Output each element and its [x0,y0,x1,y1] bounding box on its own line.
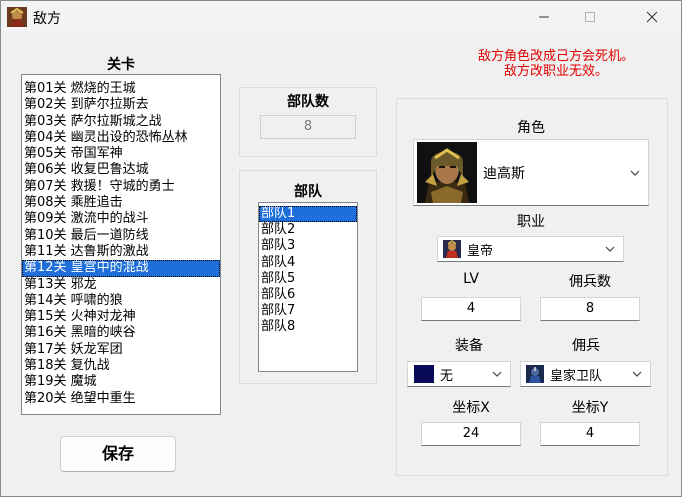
mercenary-value: 皇家卫队 [550,368,603,384]
stage-list-item[interactable]: 第08关 乘胜追击 [22,195,220,211]
mercenary-select[interactable]: 皇家卫队 [520,361,651,387]
character-select[interactable]: 迪高斯 [413,139,649,206]
troop-list-item[interactable]: 部队5 [259,271,357,287]
troop-list[interactable]: 部队1 部队2 部队3 部队4 部队5 部队6 部队7 部队8 [258,202,358,372]
job-select[interactable]: 皇帝 [437,236,624,262]
stage-list-item[interactable]: 第13关 邪龙 [22,277,220,293]
troop-list-item[interactable]: 部队4 [259,255,357,271]
stage-list-item[interactable]: 第18关 复仇战 [22,358,220,374]
close-button[interactable] [629,1,675,33]
job-label: 职业 [517,214,545,230]
window-title: 敌方 [33,11,61,27]
stage-list-item[interactable]: 第05关 帝国军神 [22,146,220,162]
stage-list-item[interactable]: 第07关 救援！守城的勇士 [22,179,220,195]
stage-list-item[interactable]: 第01关 燃烧的王城 [22,81,220,97]
chevron-down-icon [605,246,615,252]
warning-message: 敌方角色改成己方会死机。 敌方改职业无效。 [451,49,661,79]
maximize-icon [585,12,595,22]
app-icon [7,7,27,27]
character-portrait-icon [417,142,477,203]
job-emperor-icon [443,240,461,258]
stage-list-item[interactable]: 第19关 魔城 [22,374,220,390]
chevron-down-icon [492,371,502,377]
stage-list-item[interactable]: 第17关 妖龙军团 [22,342,220,358]
troop-list-item[interactable]: 部队7 [259,303,357,319]
coord-x-label: 坐标X [452,400,490,416]
troop-count-field: 8 [260,115,356,139]
stage-list[interactable]: 第01关 燃烧的王城 第02关 到萨尔拉斯去 第03关 萨尔拉斯城之战 第04关 幽灵… [21,74,221,415]
royal-guard-icon [526,365,544,383]
troop-list-label: 部队 [294,184,322,200]
troop-list-item[interactable]: 部队1 [259,206,357,223]
lv-input[interactable]: 4 [421,297,521,321]
save-button[interactable]: 保存 [60,436,176,472]
lv-label: LV [463,271,479,287]
minimize-icon [539,16,549,18]
stage-list-item[interactable]: 第11关 达鲁斯的激战 [22,244,220,260]
character-value: 迪高斯 [483,165,525,182]
coord-y-input[interactable]: 4 [540,422,640,446]
coord-x-input[interactable]: 24 [421,422,521,446]
equipment-value: 无 [440,368,454,384]
character-label: 角色 [517,120,545,136]
stage-list-item[interactable]: 第16关 黑暗的峡谷 [22,325,220,341]
minimize-button[interactable] [521,1,567,33]
app-window: 敌方 关卡 第01关 燃烧的王城 第02关 到萨尔拉斯去 第03关 萨尔拉斯城之战第… [0,0,682,497]
maximize-button[interactable] [567,1,613,33]
chevron-down-icon [632,371,642,377]
job-value: 皇帝 [467,243,494,259]
mercenary-label: 佣兵 [572,338,600,354]
mercenary-count-input[interactable]: 8 [540,297,640,321]
troop-list-item[interactable]: 部队8 [259,319,357,335]
warning-line-1: 敌方角色改成己方会死机。 [477,49,634,64]
stage-list-item[interactable]: 第10关 最后一道防线 [22,228,220,244]
troop-list-item[interactable]: 部队3 [259,238,357,254]
chevron-down-icon [630,170,640,176]
stage-list-item[interactable]: 第14关 呼啸的狼 [22,293,220,309]
stage-list-item[interactable]: 第15关 火神对龙神 [22,309,220,325]
title-bar[interactable]: 敌方 [1,1,681,33]
stage-list-item[interactable]: 第12关 皇宫中的混战 [22,260,220,277]
equipment-color-swatch [414,365,434,383]
equipment-select[interactable]: 无 [407,361,511,387]
stage-list-item[interactable]: 第04关 幽灵出设的恐怖丛林 [22,130,220,146]
equipment-label: 装备 [455,338,483,354]
coord-y-label: 坐标Y [571,400,609,416]
mercenary-count-label: 佣兵数 [569,274,611,290]
troop-list-item[interactable]: 部队2 [259,222,357,238]
warning-line-2: 敌方改职业无效。 [503,64,608,79]
stage-list-item[interactable]: 第20关 绝望中重生 [22,391,220,407]
stage-list-item[interactable]: 第03关 萨尔拉斯城之战 [22,114,220,130]
stage-list-item[interactable]: 第09关 激流中的战斗 [22,211,220,227]
troop-list-item[interactable]: 部队6 [259,287,357,303]
close-icon [646,11,658,23]
stage-list-item[interactable]: 第06关 收复巴鲁达城 [22,162,220,178]
troop-count-label: 部队数 [287,94,329,110]
stage-list-label: 关卡 [107,57,135,73]
stage-list-item[interactable]: 第02关 到萨尔拉斯去 [22,97,220,113]
